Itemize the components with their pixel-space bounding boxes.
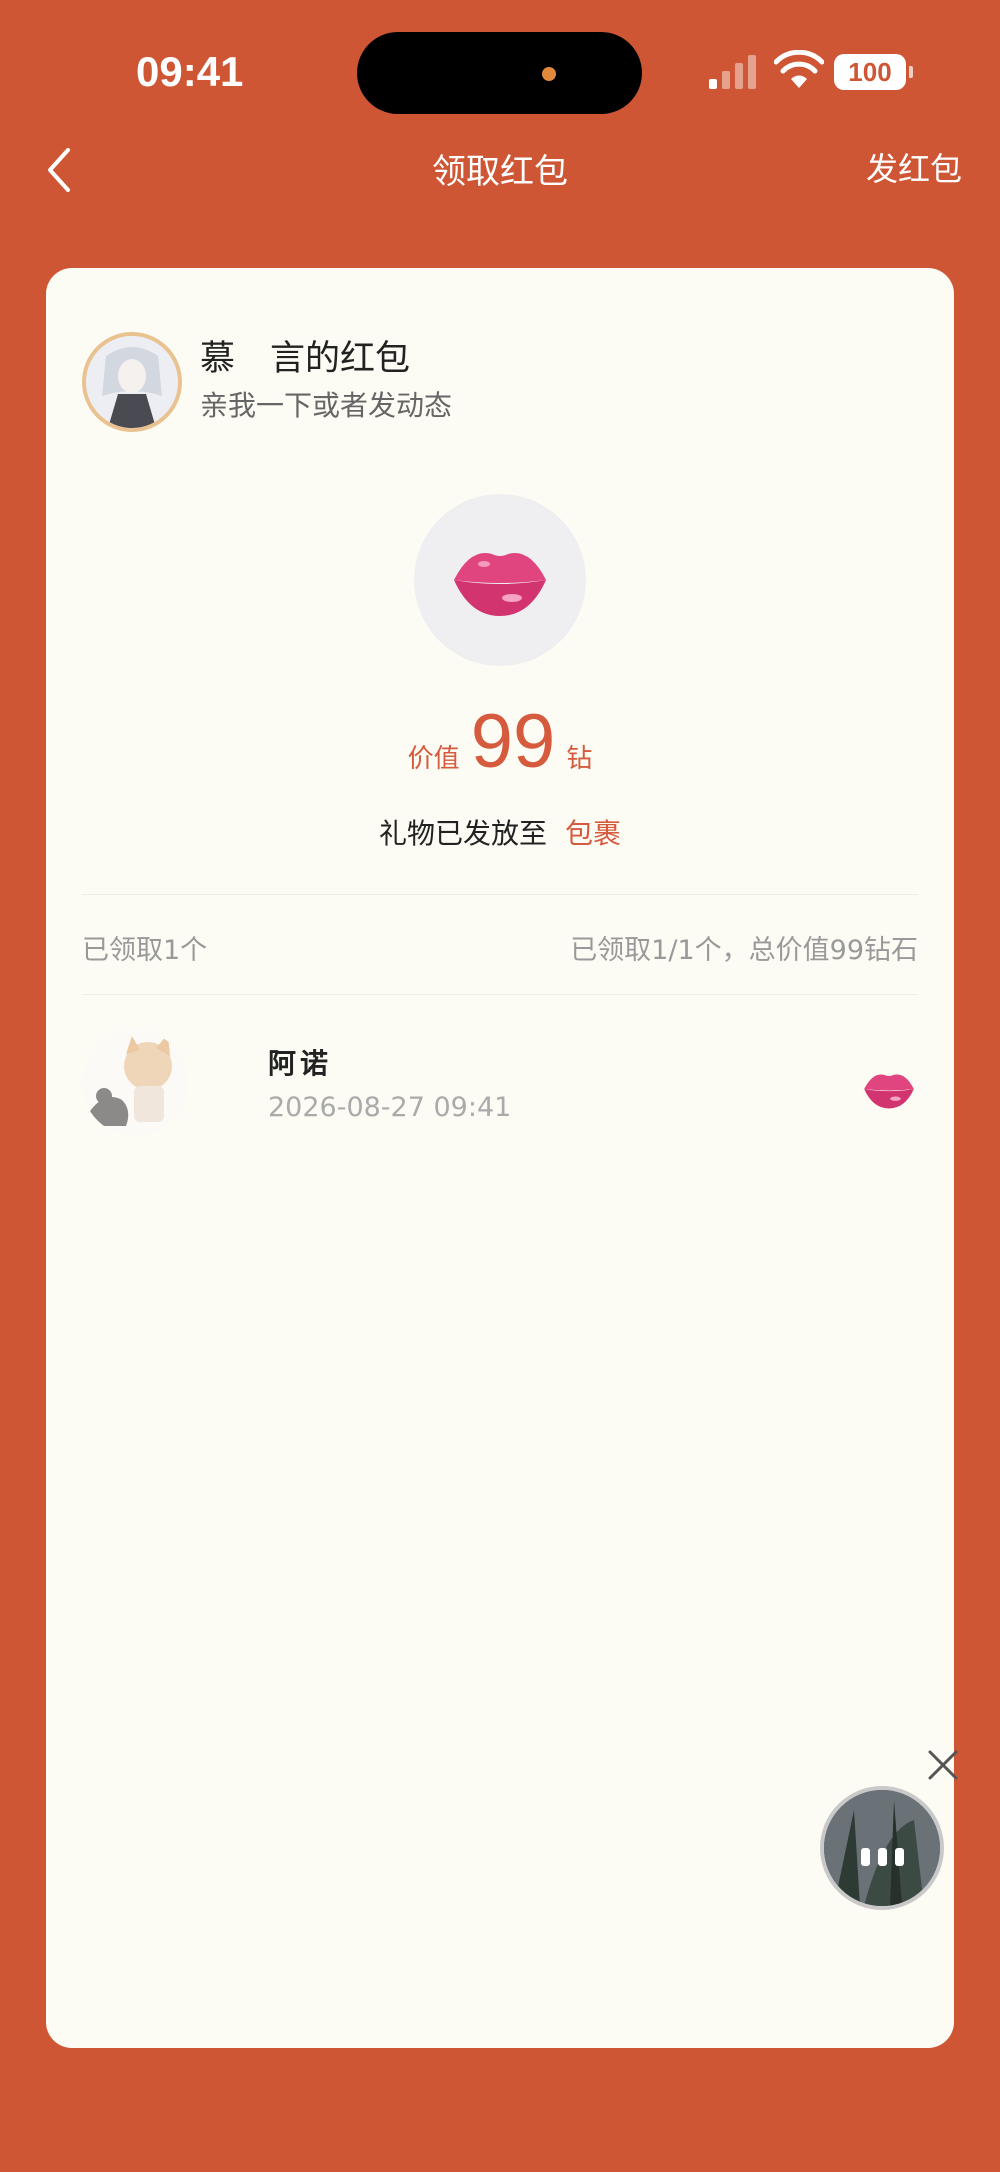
close-icon[interactable] (926, 1748, 960, 1782)
sender-avatar[interactable] (82, 332, 182, 432)
value-label: 价值 (407, 744, 460, 774)
wifi-icon (774, 50, 824, 88)
divider (82, 994, 918, 995)
gift-value: 价值 99 钻 (46, 698, 954, 785)
received-summary: 已领取1/1个，总价值99钻石 (570, 935, 918, 966)
sender-message: 亲我一下或者发动态 (200, 389, 453, 422)
recipient-avatar[interactable] (82, 1030, 188, 1136)
status-time: 09:41 (136, 48, 244, 95)
backpack-link[interactable]: 包裹 (565, 817, 621, 850)
value-amount: 99 (470, 699, 556, 784)
page-title: 领取红包 (432, 152, 568, 192)
lips-gift-icon (864, 1074, 914, 1109)
gift-display (414, 494, 586, 666)
received-count: 已领取1个 (82, 935, 208, 966)
dynamic-island (357, 32, 642, 114)
navigation-bar: 领取红包 发红包 (0, 130, 1000, 210)
red-packet-card: 慕 言的红包 亲我一下或者发动态 价值 99 钻 礼物已发放至 包裹 已领取1个 … (46, 268, 954, 2048)
divider (82, 894, 918, 895)
audio-playing-icon (824, 1848, 940, 1870)
value-unit: 钻 (566, 744, 593, 774)
battery-indicator: 100 (834, 54, 913, 90)
status-bar: 09:41 100 (0, 0, 1000, 140)
recipient-name: 阿诺 (268, 1047, 333, 1080)
gift-note-text: 礼物已发放至 (378, 817, 547, 850)
camera-indicator-dot (542, 67, 556, 81)
send-red-packet-button[interactable]: 发红包 (866, 144, 962, 190)
floating-audio-bubble[interactable] (820, 1786, 944, 1910)
received-time: 2026-08-27 09:41 (268, 1092, 512, 1123)
sender-title: 慕 言的红包 (200, 339, 411, 379)
gift-delivery-note: 礼物已发放至 包裹 (46, 812, 954, 852)
cellular-signal-icon (709, 55, 759, 89)
lips-gift-icon (454, 553, 546, 616)
list-item[interactable]: 阿诺 2026-08-27 09:41 (82, 1024, 918, 1140)
